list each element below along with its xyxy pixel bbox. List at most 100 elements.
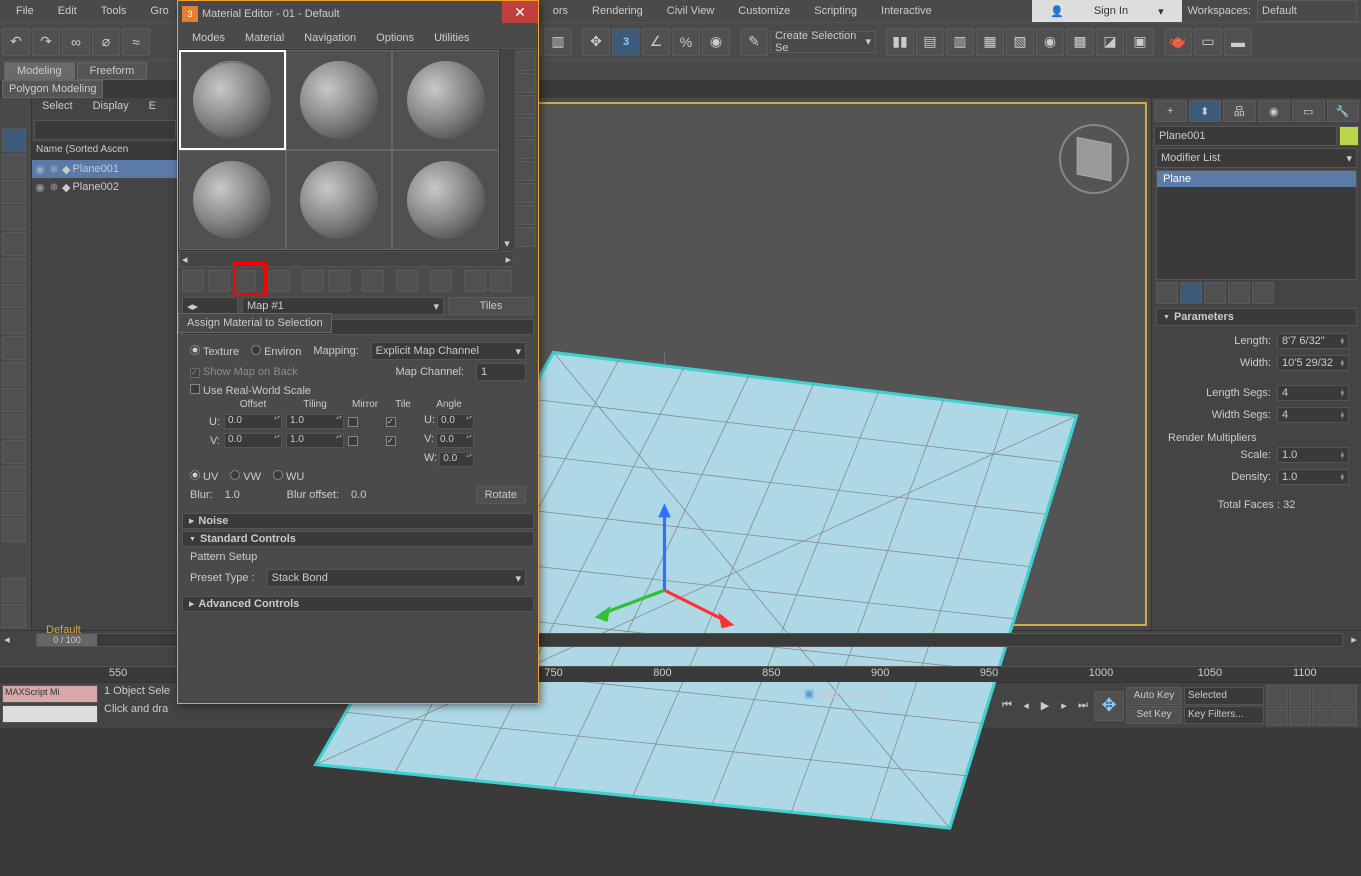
me-menu-modes[interactable]: Modes: [182, 32, 235, 44]
link-icon[interactable]: ∞: [62, 28, 90, 56]
rollout-advanced-controls[interactable]: Advanced Controls: [182, 596, 534, 612]
display-space-icon[interactable]: [2, 284, 26, 308]
lsegs-spinner[interactable]: 4: [1277, 385, 1349, 401]
max-toggle-icon[interactable]: [1335, 706, 1357, 726]
named-selection-dropdown[interactable]: Create Selection Se▾: [770, 31, 876, 53]
rollout-parameters[interactable]: Parameters: [1156, 308, 1357, 326]
v-tiling-spinner[interactable]: 1.0: [286, 433, 344, 448]
options-icon[interactable]: [516, 183, 536, 203]
material-slot-4[interactable]: [179, 150, 286, 250]
zoom-icon[interactable]: [1266, 685, 1288, 705]
redo-icon[interactable]: ↷: [32, 28, 60, 56]
material-slot-1[interactable]: [179, 50, 286, 150]
menu-civilview[interactable]: Civil View: [655, 5, 726, 17]
menu-rendering[interactable]: Rendering: [580, 5, 655, 17]
u-tiling-spinner[interactable]: 1.0: [286, 414, 344, 429]
v-mirror-check[interactable]: [348, 436, 358, 446]
cube-icon[interactable]: ▣: [804, 687, 814, 700]
preset-type-dropdown[interactable]: Stack Bond▾: [267, 569, 526, 587]
add-time-tag[interactable]: Add Time Tag: [818, 688, 885, 700]
w-angle-spinner[interactable]: 0.0: [439, 452, 474, 467]
material-slot-6[interactable]: [392, 150, 499, 250]
teapot-icon[interactable]: 🫖: [1164, 28, 1192, 56]
me-menu-options[interactable]: Options: [366, 32, 424, 44]
sign-in-dropdown[interactable]: 👤 Sign In ▾: [1032, 0, 1181, 22]
show-end-icon[interactable]: [464, 270, 486, 292]
zoom-all-icon[interactable]: [1289, 685, 1311, 705]
material-editor-titlebar[interactable]: 3 Material Editor - 01 - Default ✕: [178, 1, 538, 27]
u-angle-spinner[interactable]: 0.0: [437, 414, 474, 429]
unlink-icon[interactable]: ⌀: [92, 28, 120, 56]
display-all-icon[interactable]: [2, 128, 26, 152]
show-map-icon[interactable]: [430, 270, 452, 292]
slot-vscroll[interactable]: ▾: [500, 237, 514, 251]
pin-stack-icon[interactable]: [1156, 282, 1178, 304]
pan-icon[interactable]: [1266, 706, 1288, 726]
mirror-icon[interactable]: ▥: [544, 28, 572, 56]
edit-named-sel-icon[interactable]: ✎: [740, 28, 768, 56]
environ-radio[interactable]: [251, 345, 261, 355]
move-icon[interactable]: ✥: [582, 28, 610, 56]
render-icon[interactable]: ▣: [1126, 28, 1154, 56]
curve-editor-icon[interactable]: ▦: [976, 28, 1004, 56]
display-cameras-icon[interactable]: [2, 232, 26, 256]
se-item-plane001[interactable]: ◉ ❄ ◆ Plane001: [32, 160, 178, 178]
viewcube[interactable]: [1059, 124, 1129, 194]
orbit-icon[interactable]: [1312, 706, 1334, 726]
put-to-lib-icon[interactable]: [362, 270, 384, 292]
display-tab-icon[interactable]: ▭: [1292, 100, 1325, 122]
make-preview-icon[interactable]: [516, 161, 536, 181]
utilities-tab-icon[interactable]: 🔧: [1327, 100, 1360, 122]
se-search-input[interactable]: [34, 120, 176, 140]
render-setup-icon[interactable]: ▩: [1066, 28, 1094, 56]
show-end-result-icon[interactable]: [1180, 282, 1202, 304]
undo-icon[interactable]: ↶: [2, 28, 30, 56]
zoom-ext-icon[interactable]: [1312, 685, 1334, 705]
display-container-icon[interactable]: [2, 388, 26, 412]
display-col-icon[interactable]: [2, 604, 26, 628]
create-tab-icon[interactable]: +: [1154, 100, 1187, 122]
maxscript-mini[interactable]: MAXScript Mi: [2, 685, 98, 703]
menu-ors[interactable]: ors: [541, 5, 580, 17]
workspaces-dropdown[interactable]: Default: [1257, 0, 1357, 22]
se-tab-e[interactable]: E: [139, 98, 166, 118]
menu-file[interactable]: File: [4, 5, 46, 17]
material-slot-5[interactable]: [286, 150, 393, 250]
stack-item-plane[interactable]: Plane: [1157, 171, 1356, 187]
sample-type-icon[interactable]: [516, 51, 536, 71]
render-prod-icon[interactable]: ▭: [1194, 28, 1222, 56]
matlib-icon[interactable]: [516, 227, 536, 247]
display-geo-icon[interactable]: [2, 154, 26, 178]
u-offset-spinner[interactable]: 0.0: [224, 414, 282, 429]
wu-radio[interactable]: [273, 470, 283, 480]
ribbon-tab-freeform[interactable]: Freeform: [77, 62, 148, 80]
v-offset-spinner[interactable]: 0.0: [224, 433, 282, 448]
u-mirror-check[interactable]: [348, 417, 358, 427]
snap-toggle-icon[interactable]: 3: [612, 28, 640, 56]
me-menu-material[interactable]: Material: [235, 32, 294, 44]
u-tile-check[interactable]: [386, 417, 396, 427]
display-bone-icon[interactable]: [2, 362, 26, 386]
motion-tab-icon[interactable]: ◉: [1258, 100, 1291, 122]
se-tab-display[interactable]: Display: [83, 98, 139, 118]
render-iter-icon[interactable]: ▬: [1224, 28, 1252, 56]
make-unique-icon[interactable]: [328, 270, 350, 292]
close-button[interactable]: ✕: [502, 1, 538, 23]
freeze-icon[interactable]: ❄: [48, 163, 60, 176]
make-copy-icon[interactable]: [302, 270, 324, 292]
wsegs-spinner[interactable]: 4: [1277, 407, 1349, 423]
remove-mod-icon[interactable]: [1228, 282, 1250, 304]
menu-interactive[interactable]: Interactive: [869, 5, 944, 17]
rotate-button[interactable]: Rotate: [476, 486, 526, 504]
get-material-icon[interactable]: [182, 270, 204, 292]
angle-snap-icon[interactable]: ∠: [642, 28, 670, 56]
maxscript-input[interactable]: [2, 705, 98, 723]
render-frame-icon[interactable]: ◪: [1096, 28, 1124, 56]
material-editor-icon[interactable]: ◉: [1036, 28, 1064, 56]
mirror-tool-icon[interactable]: ▮▮: [886, 28, 914, 56]
rollout-standard-controls[interactable]: Standard Controls: [182, 531, 534, 547]
select-by-mat-icon[interactable]: [516, 205, 536, 225]
rollout-noise[interactable]: Noise: [182, 513, 534, 529]
configure-icon[interactable]: [1252, 282, 1274, 304]
uv-radio[interactable]: [190, 470, 200, 480]
